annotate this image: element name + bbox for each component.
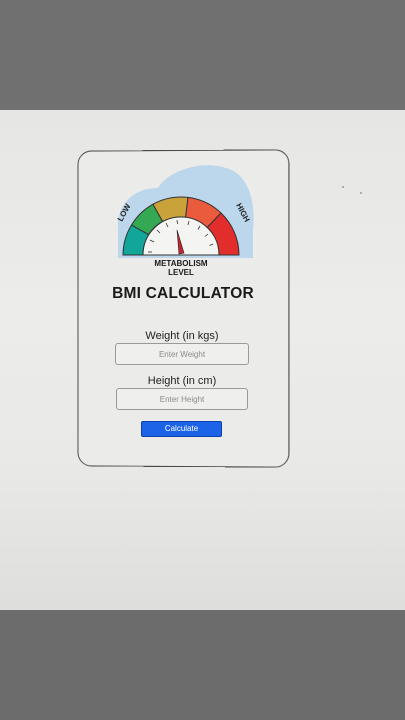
weight-input[interactable] (115, 343, 249, 365)
screen-speck (360, 192, 362, 194)
gauge-caption-line1: METABOLISM (154, 259, 208, 268)
letterbox-top (0, 0, 405, 110)
gauge-caption-line2: LEVEL (168, 268, 194, 277)
weight-label: Weight (in kgs) (145, 330, 219, 342)
height-input[interactable] (116, 388, 248, 410)
metabolism-gauge-logo: LOW HIGH METABOLISM LEVEL (108, 160, 258, 280)
screen-speck (342, 186, 344, 188)
height-label: Height (in cm) (147, 375, 217, 387)
calculate-button[interactable]: Calculate (141, 421, 222, 437)
letterbox-bottom (0, 610, 405, 720)
page-title: BMI CALCULATOR (112, 285, 254, 302)
